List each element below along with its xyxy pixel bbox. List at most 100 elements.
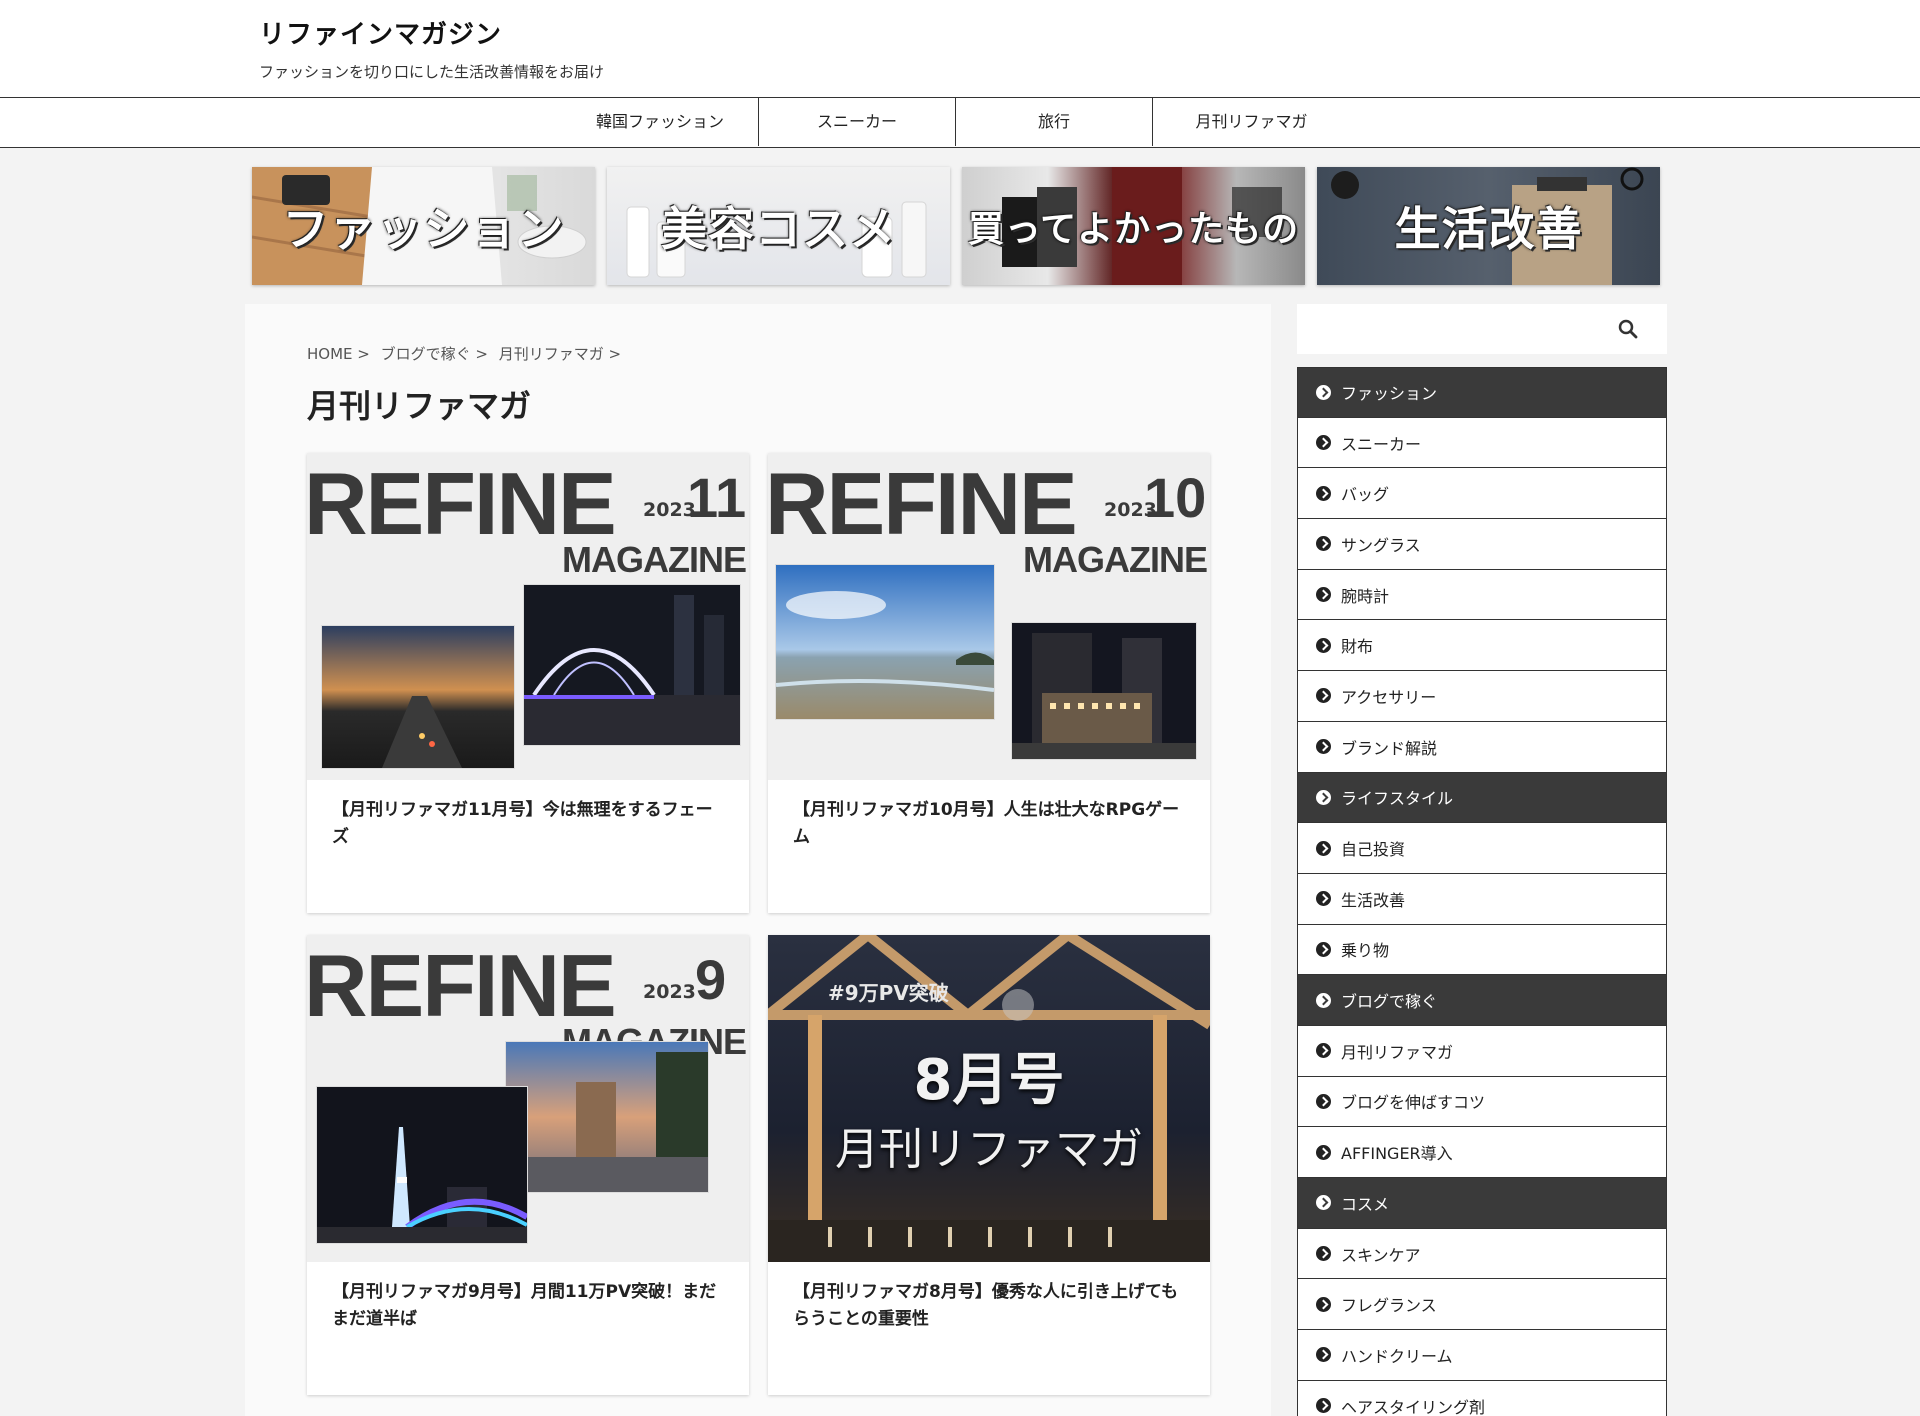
thumb-photo-night-building (1012, 623, 1196, 759)
site-header: リファインマガジン ファッションを切り口にした生活改善情報をお届け (0, 0, 1920, 97)
chevron-circle-right-icon (1316, 941, 1331, 957)
chevron-circle-right-icon (1316, 1043, 1331, 1059)
sidebar-category-list: ファッション スニーカー バッグ サングラス 腕時計 財布 アクセサリー ブラン… (1297, 367, 1667, 1416)
chevron-circle-right-icon (1316, 435, 1331, 451)
breadcrumb-blog-earn[interactable]: ブログで稼ぐ > (381, 345, 488, 363)
banner-good-buys-label: 買ってよかったもの (967, 209, 1300, 250)
post-title[interactable]: 【月刊リファマガ11月号】今は無理をするフェーズ (332, 797, 727, 851)
post-card[interactable]: REFINE 2023 11 MAGAZINE 【月刊リファマガ11月号】今は無… (307, 453, 749, 913)
banner-fashion[interactable]: ファッション (252, 167, 595, 285)
sidebar-item-label: ライフスタイル (1341, 789, 1454, 809)
sidebar-item-label: ヘアスタイリング剤 (1341, 1397, 1486, 1416)
sidebar-item-label: サングラス (1341, 535, 1421, 555)
nav-item-korean-fashion[interactable]: 韓国ファッション (562, 98, 759, 146)
sidebar-item-skincare[interactable]: スキンケア (1297, 1228, 1667, 1280)
sidebar-item-wallet[interactable]: 財布 (1297, 620, 1667, 672)
sidebar-item-label: 生活改善 (1341, 890, 1406, 910)
site-title-link[interactable]: リファインマガジン (259, 14, 502, 51)
sidebar-item-monthly-refamaga[interactable]: 月刊リファマガ (1297, 1025, 1667, 1077)
sidebar-item-label: 乗り物 (1341, 941, 1390, 961)
sidebar-item-label: 自己投資 (1341, 840, 1406, 860)
sidebar-item-fashion[interactable]: ファッション (1297, 367, 1667, 418)
banner-life-improvement-label: 生活改善 (1394, 202, 1583, 256)
chevron-circle-right-icon (1316, 637, 1331, 653)
thumb-issue-number: 9 (695, 948, 727, 1011)
chevron-circle-right-icon (1316, 384, 1331, 400)
chevron-circle-right-icon (1316, 1195, 1331, 1211)
nav-item-sneakers[interactable]: スニーカー (759, 98, 956, 146)
chevron-circle-right-icon (1316, 1093, 1331, 1109)
post-thumbnail[interactable]: REFINE 2023 11 MAGAZINE (307, 453, 749, 780)
nav-item-monthly-refamaga[interactable]: 月刊リファマガ (1153, 98, 1350, 146)
chevron-circle-right-icon (1316, 1246, 1331, 1262)
thumb-photo-city-dusk (506, 1042, 708, 1192)
sidebar-item-label: ハンドクリーム (1341, 1346, 1453, 1366)
sidebar-item-label: ブランド解説 (1341, 738, 1438, 758)
sidebar-item-affinger[interactable]: AFFINGER導入 (1297, 1127, 1667, 1178)
sidebar-item-vehicles[interactable]: 乗り物 (1297, 924, 1667, 976)
breadcrumb: HOME > ブログで稼ぐ > 月刊リファマガ > (307, 343, 621, 364)
sidebar-item-accessory[interactable]: アクセサリー (1297, 671, 1667, 722)
breadcrumb-monthly-refamaga[interactable]: 月刊リファマガ > (499, 345, 621, 363)
sidebar-item-label: アクセサリー (1341, 687, 1437, 707)
search-icon[interactable] (1617, 318, 1639, 340)
post-title[interactable]: 【月刊リファマガ10月号】人生は壮大なRPGゲーム (793, 797, 1188, 851)
post-card[interactable]: #9万PV突破 8月号 月刊リファマガ 【月刊リファマガ8月号】優秀な人に引き上… (768, 935, 1210, 1395)
sidebar-item-lifestyle[interactable]: ライフスタイル (1297, 772, 1667, 824)
thumb-issue: 8月号 (913, 1048, 1065, 1113)
banner-beauty-cosme[interactable]: 美容コスメ (607, 167, 950, 285)
post-title[interactable]: 【月刊リファマガ8月号】優秀な人に引き上げてもらうことの重要性 (793, 1279, 1188, 1333)
chevron-circle-right-icon (1316, 1296, 1331, 1312)
sidebar-item-sneakers[interactable]: スニーカー (1297, 417, 1667, 469)
thumb-pv-badge: #9万PV突破 (828, 981, 949, 1005)
sidebar-item-bag[interactable]: バッグ (1297, 468, 1667, 520)
sidebar-item-hand-cream[interactable]: ハンドクリーム (1297, 1330, 1667, 1381)
post-title[interactable]: 【月刊リファマガ9月号】月間11万PV突破！まだまだ道半ば (332, 1279, 727, 1333)
chevron-circle-right-icon (1316, 1398, 1331, 1414)
post-card[interactable]: REFINE 2023 10 MAGAZINE 【月刊リファマガ10月号】人生は… (768, 453, 1210, 913)
thumb-magazine: MAGAZINE (1023, 539, 1208, 580)
post-thumbnail[interactable]: REFINE 2023 9 MAGAZINE (307, 935, 749, 1262)
sidebar-item-self-investment[interactable]: 自己投資 (1297, 823, 1667, 874)
chevron-circle-right-icon (1316, 789, 1331, 805)
chevron-circle-right-icon (1316, 1347, 1331, 1363)
chevron-circle-right-icon (1316, 1144, 1331, 1160)
sidebar-item-cosme[interactable]: コスメ (1297, 1178, 1667, 1229)
sidebar-item-fragrance[interactable]: フレグランス (1297, 1279, 1667, 1331)
sidebar-item-label: 腕時計 (1341, 586, 1390, 606)
breadcrumb-home[interactable]: HOME > (307, 345, 370, 363)
banner-good-buys[interactable]: 買ってよかったもの (962, 167, 1305, 285)
site-tagline: ファッションを切り口にした生活改善情報をお届け (259, 63, 605, 81)
chevron-circle-right-icon (1316, 739, 1331, 755)
banner-fashion-label: ファッション (282, 202, 565, 256)
sidebar-item-watch[interactable]: 腕時計 (1297, 569, 1667, 621)
chevron-circle-right-icon (1316, 587, 1331, 603)
search-input[interactable] (1297, 304, 1607, 354)
thumb-photo-sunset-road (322, 626, 514, 768)
sidebar-item-sunglasses[interactable]: サングラス (1297, 519, 1667, 570)
sidebar-item-label: 財布 (1341, 637, 1374, 657)
sidebar-item-label: フレグランス (1341, 1296, 1437, 1316)
sidebar-item-label: スニーカー (1341, 434, 1422, 454)
chevron-circle-right-icon (1316, 992, 1331, 1008)
sidebar-item-label: スキンケア (1341, 1245, 1421, 1265)
post-card[interactable]: REFINE 2023 9 MAGAZINE 【月刊リファマガ9月号】月間11万… (307, 935, 749, 1395)
sidebar-item-brand-guide[interactable]: ブランド解説 (1297, 721, 1667, 773)
banner-life-improvement[interactable]: 生活改善 (1317, 167, 1660, 285)
sidebar-item-life-improvement[interactable]: 生活改善 (1297, 873, 1667, 925)
banner-beauty-cosme-label: 美容コスメ (661, 202, 896, 256)
sidebar-item-label: 月刊リファマガ (1341, 1042, 1454, 1062)
thumb-issue-number: 11 (687, 466, 747, 529)
post-thumbnail[interactable]: REFINE 2023 10 MAGAZINE (768, 453, 1210, 780)
sidebar-item-blog-earn[interactable]: ブログで稼ぐ (1297, 975, 1667, 1026)
chevron-circle-right-icon (1316, 688, 1331, 704)
sidebar-item-label: ブログで稼ぐ (1341, 992, 1438, 1012)
thumb-photo-night-bridge (524, 585, 740, 745)
nav-item-travel[interactable]: 旅行 (956, 98, 1153, 146)
sidebar-item-hair-styling[interactable]: ヘアスタイリング剤 (1297, 1380, 1667, 1416)
thumb-photo-tower-night (317, 1087, 527, 1243)
chevron-circle-right-icon (1316, 840, 1331, 856)
sidebar-item-blog-tips[interactable]: ブログを伸ばすコツ (1297, 1076, 1667, 1128)
post-thumbnail[interactable]: #9万PV突破 8月号 月刊リファマガ (768, 935, 1210, 1262)
sidebar-item-label: ブログを伸ばすコツ (1341, 1093, 1486, 1113)
